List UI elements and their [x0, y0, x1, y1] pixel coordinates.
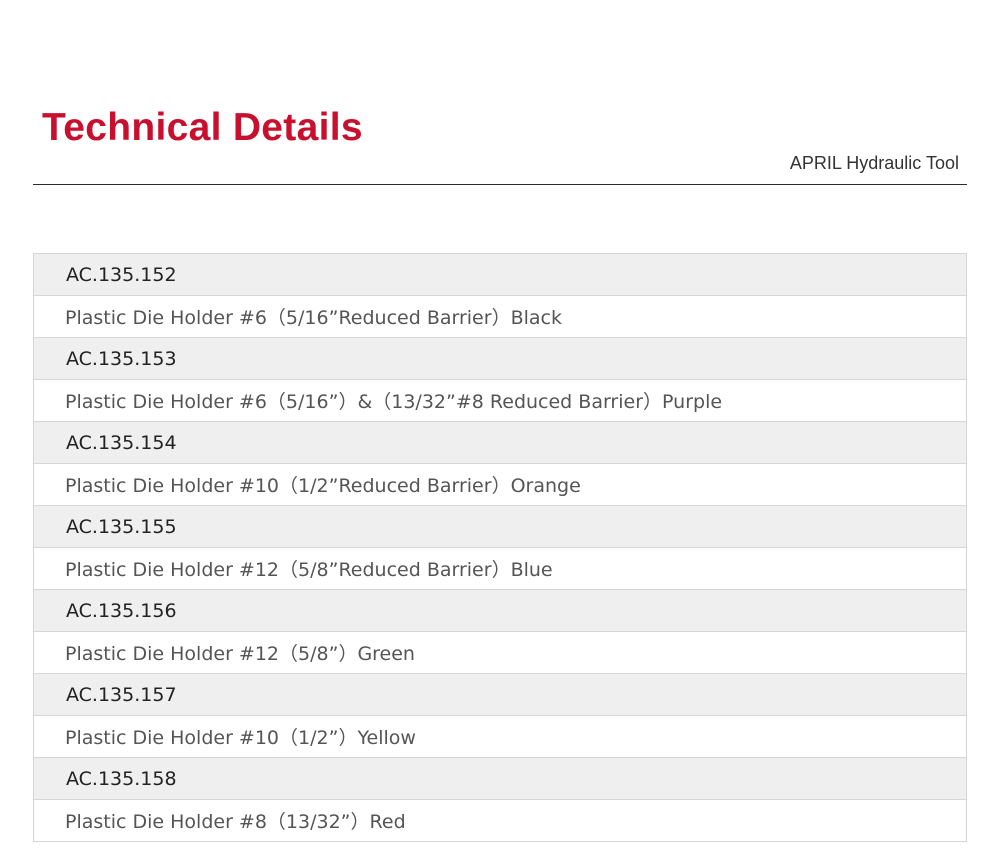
- item-description-row: Plastic Die Holder #8（13/32”）Red: [33, 800, 967, 842]
- item-code-row: AC.135.156: [33, 590, 967, 632]
- item-description-row: Plastic Die Holder #10（1/2”）Yellow: [33, 716, 967, 758]
- item-description-row: Plastic Die Holder #10（1/2”Reduced Barri…: [33, 464, 967, 506]
- item-code-row: AC.135.158: [33, 758, 967, 800]
- item-code-row: AC.135.157: [33, 674, 967, 716]
- item-description-row: Plastic Die Holder #6（5/16”）&（13/32”#8 R…: [33, 380, 967, 422]
- brand-label: APRIL Hydraulic Tool: [789, 153, 959, 173]
- page-title: Technical Details: [42, 106, 363, 149]
- item-description-row: Plastic Die Holder #12（5/8”）Green: [33, 632, 967, 674]
- item-description-row: Plastic Die Holder #12（5/8”Reduced Barri…: [33, 548, 967, 590]
- item-code-row: AC.135.153: [33, 338, 967, 380]
- item-description-row: Plastic Die Holder #6（5/16”Reduced Barri…: [33, 296, 967, 338]
- item-code-row: AC.135.155: [33, 506, 967, 548]
- item-code-row: AC.135.152: [33, 254, 967, 296]
- header-divider: [33, 184, 967, 185]
- item-code-row: AC.135.154: [33, 422, 967, 464]
- spec-table: AC.135.152 Plastic Die Holder #6（5/16”Re…: [33, 253, 967, 842]
